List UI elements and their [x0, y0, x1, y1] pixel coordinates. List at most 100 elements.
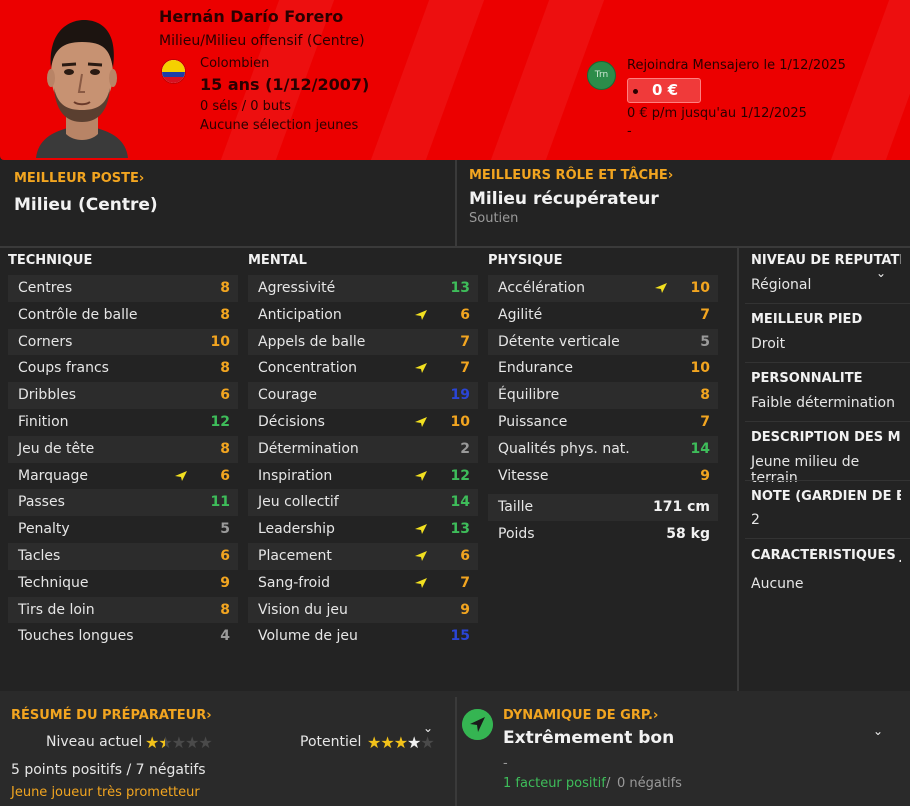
attribute-row[interactable]: Passes 11: [8, 489, 238, 517]
attribute-row[interactable]: Placement 6: [248, 542, 478, 570]
international-caps: 0 séls / 0 buts: [200, 99, 291, 114]
positive-factors[interactable]: 1 facteur positif: [503, 776, 606, 791]
chevron-down-icon[interactable]: ⌄: [876, 266, 886, 280]
attribute-row[interactable]: Leadership 13: [248, 516, 478, 543]
attribute-row[interactable]: Touches longues 4: [8, 623, 238, 650]
transfer-fee: 0 €: [651, 81, 679, 99]
attribute-label: Corners: [18, 333, 73, 350]
attribute-value: 15: [450, 628, 470, 645]
potential-ability-label: Potentiel: [300, 734, 362, 750]
improving-arrow-icon: [415, 577, 427, 588]
attribute-value: 8: [220, 440, 230, 457]
attribute-row[interactable]: Poids 58 kg: [488, 521, 718, 548]
attribute-label: Détente verticale: [498, 333, 620, 350]
improving-arrow-icon: [655, 283, 667, 293]
chevron-down-icon[interactable]: ⌄: [873, 724, 883, 738]
attribute-row[interactable]: Inspiration 12: [248, 463, 478, 490]
attribute-label: Appels de balle: [258, 333, 366, 350]
attribute-row[interactable]: Vitesse 9: [488, 463, 718, 490]
player-traits-value: Aucune: [751, 576, 804, 592]
attribute-label: Puissance: [498, 413, 568, 430]
attribute-row[interactable]: Décisions 10: [248, 409, 478, 436]
attribute-row[interactable]: Tacles 6: [8, 542, 238, 570]
attribute-row[interactable]: Sang-froid 7: [248, 570, 478, 597]
improving-arrow-icon: [415, 416, 427, 427]
personality-title: PERSONNALITÉ: [751, 371, 863, 386]
attribute-row[interactable]: Coups francs 8: [8, 355, 238, 382]
technique-title: TECHNIQUE: [8, 253, 93, 268]
best-position-link[interactable]: MEILLEUR POSTE›: [14, 171, 144, 186]
future-transfer-text[interactable]: Rejoindra Mensajero le 1/12/2025: [627, 58, 846, 73]
attribute-label: Agilité: [498, 306, 543, 323]
nationality[interactable]: Colombien: [200, 56, 269, 71]
attribute-value: 9: [700, 467, 710, 484]
attribute-row[interactable]: Centres 8: [8, 275, 238, 302]
attribute-label: Inspiration: [258, 467, 333, 484]
coach-report-link[interactable]: RÉSUMÉ DU PRÉPARATEUR›: [11, 708, 212, 723]
attribute-row[interactable]: Concentration 7: [248, 355, 478, 382]
attribute-value: 6: [220, 387, 230, 404]
header-stripe: [823, 0, 910, 160]
attribute-row[interactable]: Qualités phys. nat. 14: [488, 435, 718, 463]
divider: [745, 480, 910, 481]
attribute-row[interactable]: Marquage 6: [8, 463, 238, 490]
negative-factors[interactable]: 0 négatifs: [617, 776, 682, 791]
attribute-row[interactable]: Agilité 7: [488, 302, 718, 329]
attribute-row[interactable]: Agressivité 13: [248, 275, 478, 302]
attribute-label: Volume de jeu: [258, 628, 358, 645]
player-traits-title: CARACTÉRISTIQUES JOUEUR: [751, 548, 901, 563]
attribute-label: Tacles: [18, 547, 61, 564]
attribute-value: 14: [690, 440, 710, 457]
attribute-row[interactable]: Dribbles 6: [8, 382, 238, 409]
dynamics-title: DYNAMIQUE DE GRP.: [503, 708, 653, 723]
attribute-row[interactable]: Courage 19: [248, 382, 478, 409]
attribute-row[interactable]: Corners 10: [8, 328, 238, 356]
attribute-row[interactable]: Contrôle de balle 8: [8, 302, 238, 329]
attribute-row[interactable]: Appels de balle 7: [248, 328, 478, 356]
best-role-link[interactable]: MEILLEURS RÔLE ET TÂCHE›: [469, 168, 673, 183]
attribute-value: 7: [700, 413, 710, 430]
attribute-row[interactable]: Taille 171 cm: [488, 494, 718, 522]
attribute-row[interactable]: Endurance 10: [488, 355, 718, 382]
attribute-row[interactable]: Volume de jeu 15: [248, 623, 478, 650]
attribute-label: Accélération: [498, 280, 585, 296]
divider: [745, 538, 910, 539]
attribute-label: Anticipation: [258, 306, 342, 323]
attribute-value: 8: [220, 306, 230, 323]
attribute-row[interactable]: Accélération 10: [488, 275, 718, 302]
personality-value: Faible détermination: [751, 395, 895, 411]
divider: [745, 362, 910, 363]
chevron-right-icon: ›: [206, 708, 212, 723]
attribute-row[interactable]: Tirs de loin 8: [8, 596, 238, 624]
attribute-value: 14: [450, 494, 470, 511]
attribute-label: Agressivité: [258, 280, 336, 296]
attribute-row[interactable]: Finition 12: [8, 409, 238, 436]
attribute-label: Taille: [498, 499, 534, 516]
attribute-label: Finition: [18, 413, 69, 430]
wage-text: 0 € p/m jusqu'au 1/12/2025: [627, 106, 807, 121]
attribute-row[interactable]: Jeu de tête 8: [8, 435, 238, 463]
attribute-row[interactable]: Détente verticale 5: [488, 328, 718, 356]
coach-report-title: RÉSUMÉ DU PRÉPARATEUR: [11, 708, 207, 723]
attribute-label: Tirs de loin: [18, 601, 95, 618]
transfer-fee-box: 0 €: [627, 78, 701, 103]
attribute-row[interactable]: Anticipation 6: [248, 302, 478, 329]
attribute-row[interactable]: Penalty 5: [8, 516, 238, 543]
attribute-value: 13: [450, 521, 470, 538]
club-badge-icon[interactable]: Trn: [587, 61, 616, 90]
star-icon: ★: [393, 733, 408, 752]
attribute-row[interactable]: Vision du jeu 9: [248, 596, 478, 624]
attribute-row[interactable]: Jeu collectif 14: [248, 489, 478, 517]
attribute-row[interactable]: Technique 9: [8, 570, 238, 597]
coach-points: 5 points positifs / 7 négatifs: [11, 762, 206, 778]
attribute-row[interactable]: Détermination 2: [248, 435, 478, 463]
attribute-label: Technique: [18, 574, 89, 591]
player-positions: Milieu/Milieu offensif (Centre): [159, 33, 365, 49]
chevron-down-icon[interactable]: ⌄: [423, 721, 433, 735]
dynamics-link[interactable]: DYNAMIQUE DE GRP.›: [503, 708, 658, 723]
reputation-value: Régional: [751, 277, 812, 293]
attribute-row[interactable]: Puissance 7: [488, 409, 718, 436]
attribute-row[interactable]: Équilibre 8: [488, 382, 718, 409]
attribute-value: 8: [220, 601, 230, 618]
player-header: Hernán Darío Forero Milieu/Milieu offens…: [0, 0, 910, 160]
